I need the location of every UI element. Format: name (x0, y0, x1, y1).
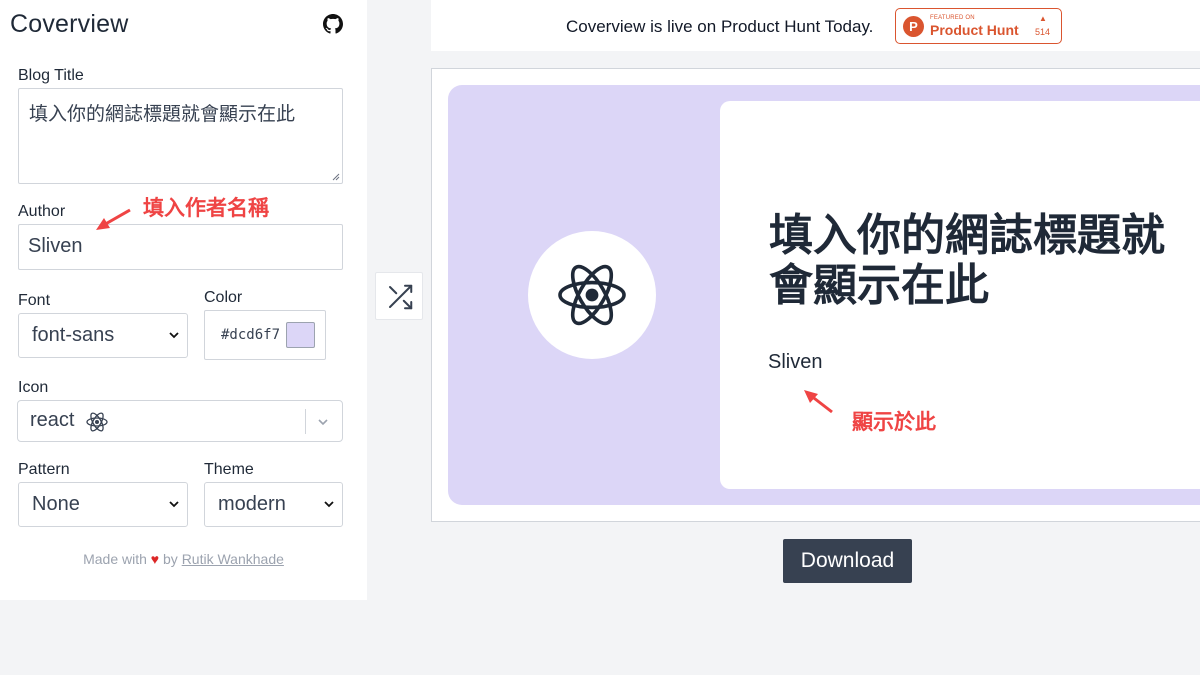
product-hunt-badge[interactable]: P FEATURED ON Product Hunt ▲ 514 (895, 8, 1062, 44)
banner-text: Coverview is live on Product Hunt Today. (566, 17, 874, 36)
icon-label: Icon (18, 379, 49, 396)
resize-grip-icon[interactable] (332, 173, 340, 181)
ph-name: Product Hunt (930, 22, 1019, 38)
react-atom-icon (86, 412, 108, 432)
footer-made-with: Made with (83, 551, 147, 567)
color-picker[interactable]: #dcd6f7 (204, 310, 326, 360)
ph-featured-text: FEATURED ON (930, 15, 975, 21)
announcement-banner: Coverview is live on Product Hunt Today.… (431, 0, 1200, 51)
chevron-down-icon (169, 331, 179, 338)
shuffle-icon (389, 284, 413, 310)
blog-title-input[interactable]: 填入你的網誌標題就會顯示在此 (18, 88, 343, 184)
author-label: Author (18, 203, 66, 220)
theme-select-value: modern (218, 493, 286, 515)
cover-icon-circle (528, 231, 656, 359)
pattern-select-value: None (32, 493, 80, 515)
icon-select[interactable]: react (17, 400, 343, 442)
download-button[interactable]: Download (783, 539, 912, 583)
pattern-label: Pattern (18, 461, 70, 478)
color-swatch[interactable] (286, 322, 315, 348)
chevron-down-icon[interactable] (317, 416, 329, 428)
chevron-down-icon (324, 500, 334, 507)
cover-title: 填入你的網誌標題就會顯示在此 (769, 210, 1165, 311)
ph-vote-count: 514 (1035, 27, 1051, 37)
annotation-arrow-icon (96, 208, 131, 230)
pattern-select[interactable]: None (18, 482, 188, 527)
heart-icon: ♥ (150, 551, 160, 567)
author-input[interactable]: Sliven (18, 224, 343, 270)
product-hunt-logo-icon: P (903, 16, 924, 37)
theme-select[interactable]: modern (204, 482, 343, 527)
author-link[interactable]: Rutik Wankhade (182, 551, 284, 567)
blog-title-value: 填入你的網誌標題就會顯示在此 (29, 103, 296, 125)
font-select-value: font-sans (32, 324, 115, 346)
github-icon[interactable] (323, 14, 343, 34)
chevron-down-icon (169, 500, 179, 507)
color-label: Color (204, 289, 243, 306)
select-separator (305, 409, 306, 434)
annotation-preview-note: 顯示於此 (852, 410, 936, 434)
react-atom-icon (558, 264, 626, 326)
annotation-author-note: 填入作者名稱 (143, 196, 269, 220)
font-select[interactable]: font-sans (18, 313, 188, 358)
blog-title-label: Blog Title (18, 67, 84, 84)
font-label: Font (18, 292, 51, 309)
cover-card: 填入你的網誌標題就會顯示在此 Sliven (720, 101, 1200, 489)
icon-select-value: react (30, 409, 75, 431)
author-value: Sliven (28, 235, 83, 257)
footer-by: by (163, 551, 178, 567)
cover-author: Sliven (768, 351, 823, 373)
color-hex-value: #dcd6f7 (221, 327, 281, 343)
footer: Made with ♥ by Rutik Wankhade (0, 551, 367, 567)
shuffle-button[interactable] (375, 272, 423, 320)
upvote-icon: ▲ (1039, 14, 1047, 23)
theme-label: Theme (204, 461, 254, 478)
sidebar: Coverview Blog Title 填入你的網誌標題就會顯示在此 Auth… (0, 0, 367, 600)
app-title: Coverview (10, 10, 129, 38)
annotation-arrow-icon (804, 390, 833, 414)
